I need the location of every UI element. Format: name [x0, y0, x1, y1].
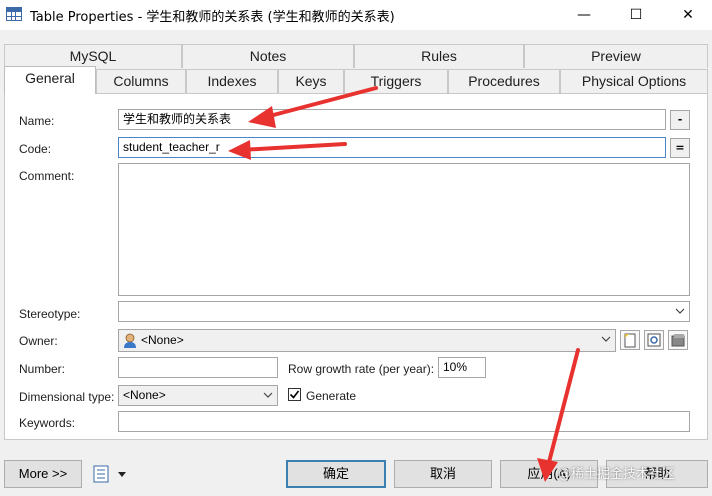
- more-button[interactable]: More >>: [4, 460, 82, 488]
- keywords-label: Keywords:: [19, 416, 76, 430]
- generate-checkbox[interactable]: [288, 388, 301, 401]
- chevron-down-icon[interactable]: [601, 330, 611, 349]
- tab-preview[interactable]: Preview: [524, 44, 708, 68]
- tab-procedures[interactable]: Procedures: [448, 69, 560, 93]
- tab-rules[interactable]: Rules: [354, 44, 524, 68]
- generate-label: Generate: [306, 389, 357, 403]
- new-object-icon[interactable]: [620, 330, 640, 350]
- number-label: Number:: [19, 362, 66, 376]
- list-menu-icon: [93, 465, 126, 483]
- table-icon: [6, 7, 22, 21]
- maximize-button[interactable]: ☐: [616, 2, 656, 28]
- name-field[interactable]: 学生和教师的关系表: [118, 109, 666, 130]
- comment-textarea[interactable]: [118, 163, 690, 296]
- keywords-field[interactable]: [118, 411, 690, 432]
- tab-mysql[interactable]: MySQL: [4, 44, 182, 68]
- dimensional-type-value: <None>: [123, 388, 166, 402]
- code-label: Code:: [19, 142, 52, 156]
- tab-triggers[interactable]: Triggers: [344, 69, 448, 93]
- owner-combo[interactable]: <None>: [118, 329, 616, 352]
- select-object-icon[interactable]: [668, 330, 688, 350]
- stereotype-combo[interactable]: [118, 301, 690, 322]
- cancel-button[interactable]: 取消: [394, 460, 492, 488]
- tab-notes[interactable]: Notes: [182, 44, 354, 68]
- name-label: Name:: [19, 114, 55, 128]
- comment-label: Comment:: [19, 169, 75, 183]
- window-title: Table Properties - 学生和教师的关系表 (学生和教师的关系表): [30, 10, 395, 25]
- name-ellipsis-button[interactable]: -: [670, 110, 690, 130]
- title-bar: Table Properties - 学生和教师的关系表 (学生和教师的关系表)…: [0, 0, 712, 30]
- tab-columns[interactable]: Columns: [96, 69, 186, 93]
- stereotype-label: Stereotype:: [19, 307, 81, 321]
- chevron-down-icon[interactable]: [675, 302, 685, 321]
- row-growth-label: Row growth rate (per year):: [288, 362, 435, 376]
- watermark: @稀土掘金技术社区: [558, 467, 676, 482]
- number-field[interactable]: [118, 357, 278, 378]
- dimensional-type-combo[interactable]: <None>: [118, 385, 278, 406]
- minimize-button[interactable]: —: [564, 2, 604, 28]
- row-growth-field[interactable]: 10%: [438, 357, 486, 378]
- dimensional-type-label: Dimensional type:: [19, 390, 115, 404]
- code-equals-button[interactable]: =: [670, 138, 690, 158]
- tab-keys[interactable]: Keys: [278, 69, 344, 93]
- owner-value: <None>: [141, 333, 184, 347]
- user-icon: [123, 333, 137, 349]
- tab-physical-options[interactable]: Physical Options: [560, 69, 708, 93]
- code-field[interactable]: student_teacher_r: [118, 137, 666, 158]
- properties-icon[interactable]: [644, 330, 664, 350]
- tab-indexes[interactable]: Indexes: [186, 69, 278, 93]
- ok-button[interactable]: 确定: [286, 460, 386, 488]
- checkmark-icon: [289, 390, 300, 399]
- owner-label: Owner:: [19, 334, 58, 348]
- chevron-down-icon[interactable]: [263, 386, 273, 405]
- tab-general[interactable]: General: [4, 66, 96, 94]
- menu-dropdown-button[interactable]: [92, 464, 132, 484]
- close-button[interactable]: ✕: [668, 2, 708, 28]
